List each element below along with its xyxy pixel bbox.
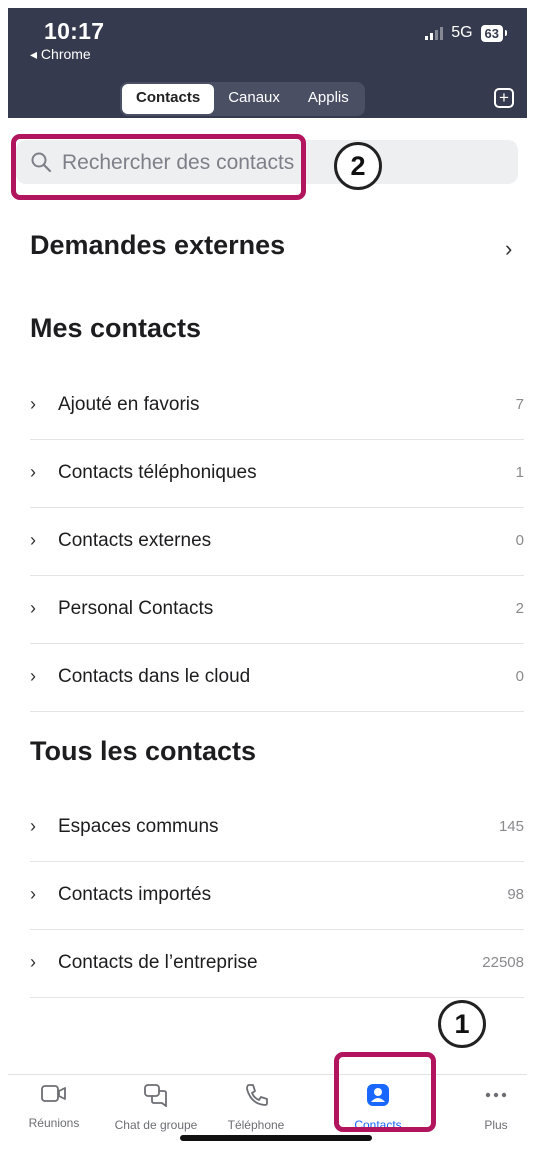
- network-label: 5G: [451, 24, 473, 41]
- chevron-right-icon: ›: [30, 884, 36, 904]
- tab-applis[interactable]: Applis: [294, 84, 363, 114]
- status-indicators: 5G 63: [425, 24, 508, 42]
- back-to-app-link[interactable]: ◂ Chrome: [30, 46, 91, 63]
- chat-bubbles-icon: [144, 1084, 167, 1108]
- top-header: 10:17 ◂ Chrome 5G 63 Contacts Canaux App…: [8, 8, 527, 118]
- chevron-right-icon: ›: [30, 666, 36, 686]
- nav-label: Téléphone: [227, 1118, 285, 1132]
- list-item-label: Espaces communs: [58, 816, 219, 837]
- chevron-right-icon: ›: [30, 462, 36, 482]
- status-time: 10:17: [44, 18, 105, 44]
- list-item-count: 7: [515, 396, 524, 413]
- nav-item-meetings[interactable]: Réunions: [8, 1083, 104, 1130]
- app-screen: 10:17 ◂ Chrome 5G 63 Contacts Canaux App…: [8, 8, 527, 1152]
- list-item-count: 0: [515, 668, 524, 685]
- external-requests-heading[interactable]: Demandes externes: [30, 230, 285, 261]
- nav-label: Chat de groupe: [114, 1118, 198, 1132]
- list-item[interactable]: › Espaces communs 145: [30, 794, 524, 862]
- chevron-right-icon: ›: [30, 816, 36, 836]
- all-contacts-heading: Tous les contacts: [30, 736, 257, 766]
- add-icon[interactable]: +: [494, 88, 514, 108]
- nav-item-phone[interactable]: Téléphone: [206, 1083, 306, 1132]
- list-item-label: Contacts externes: [58, 530, 212, 551]
- home-indicator: [180, 1135, 372, 1141]
- list-item-count: 0: [515, 532, 524, 549]
- chevron-right-icon: ›: [30, 952, 36, 972]
- annotation-box-search: [11, 134, 306, 200]
- list-item-label: Contacts de l’entreprise: [58, 952, 258, 973]
- nav-label: Plus: [484, 1118, 508, 1132]
- list-item-count: 98: [507, 886, 524, 903]
- list-item-count: 145: [498, 818, 524, 835]
- list-item-label: Contacts dans le cloud: [58, 666, 251, 687]
- signal-icon: [425, 26, 444, 40]
- list-item-count: 22508: [482, 954, 524, 971]
- annotation-badge-2: 2: [334, 142, 382, 190]
- list-item[interactable]: › Personal Contacts 2: [30, 576, 524, 644]
- phone-icon: [246, 1084, 268, 1106]
- list-item[interactable]: › Contacts importés 98: [30, 862, 524, 930]
- tab-contacts[interactable]: Contacts: [122, 84, 215, 114]
- list-item[interactable]: › Ajouté en favoris 7: [30, 372, 524, 440]
- list-item-label: Contacts importés: [58, 884, 212, 905]
- video-camera-icon: [41, 1085, 66, 1102]
- chevron-right-icon: ›: [30, 598, 36, 618]
- chevron-right-icon[interactable]: ›: [505, 236, 512, 262]
- nav-item-more[interactable]: Plus: [446, 1083, 527, 1132]
- list-item-label: Personal Contacts: [58, 598, 214, 619]
- chevron-right-icon: ›: [30, 530, 36, 550]
- tab-canaux[interactable]: Canaux: [214, 84, 294, 114]
- nav-item-group-chat[interactable]: Chat de groupe: [106, 1083, 206, 1132]
- back-app-label: Chrome: [40, 46, 91, 62]
- battery-icon: 63: [480, 24, 508, 42]
- my-contacts-heading: Mes contacts: [30, 313, 202, 343]
- list-item[interactable]: › Contacts dans le cloud 0: [30, 644, 524, 712]
- segmented-tabs: Contacts Canaux Applis: [120, 82, 365, 116]
- annotation-box-contacts-tab: [334, 1052, 436, 1132]
- list-item-label: Ajouté en favoris: [58, 394, 200, 415]
- list-item[interactable]: › Contacts de l’entreprise 22508: [30, 930, 524, 998]
- list-item-label: Contacts téléphoniques: [58, 462, 257, 483]
- list-item-count: 1: [515, 464, 524, 481]
- nav-label: Réunions: [28, 1116, 80, 1130]
- annotation-badge-1: 1: [438, 1000, 486, 1048]
- more-dots-icon: [485, 1092, 507, 1098]
- chevron-right-icon: ›: [30, 394, 36, 414]
- list-item-count: 2: [515, 600, 524, 617]
- list-item[interactable]: › Contacts téléphoniques 1: [30, 440, 524, 508]
- list-item[interactable]: › Contacts externes 0: [30, 508, 524, 576]
